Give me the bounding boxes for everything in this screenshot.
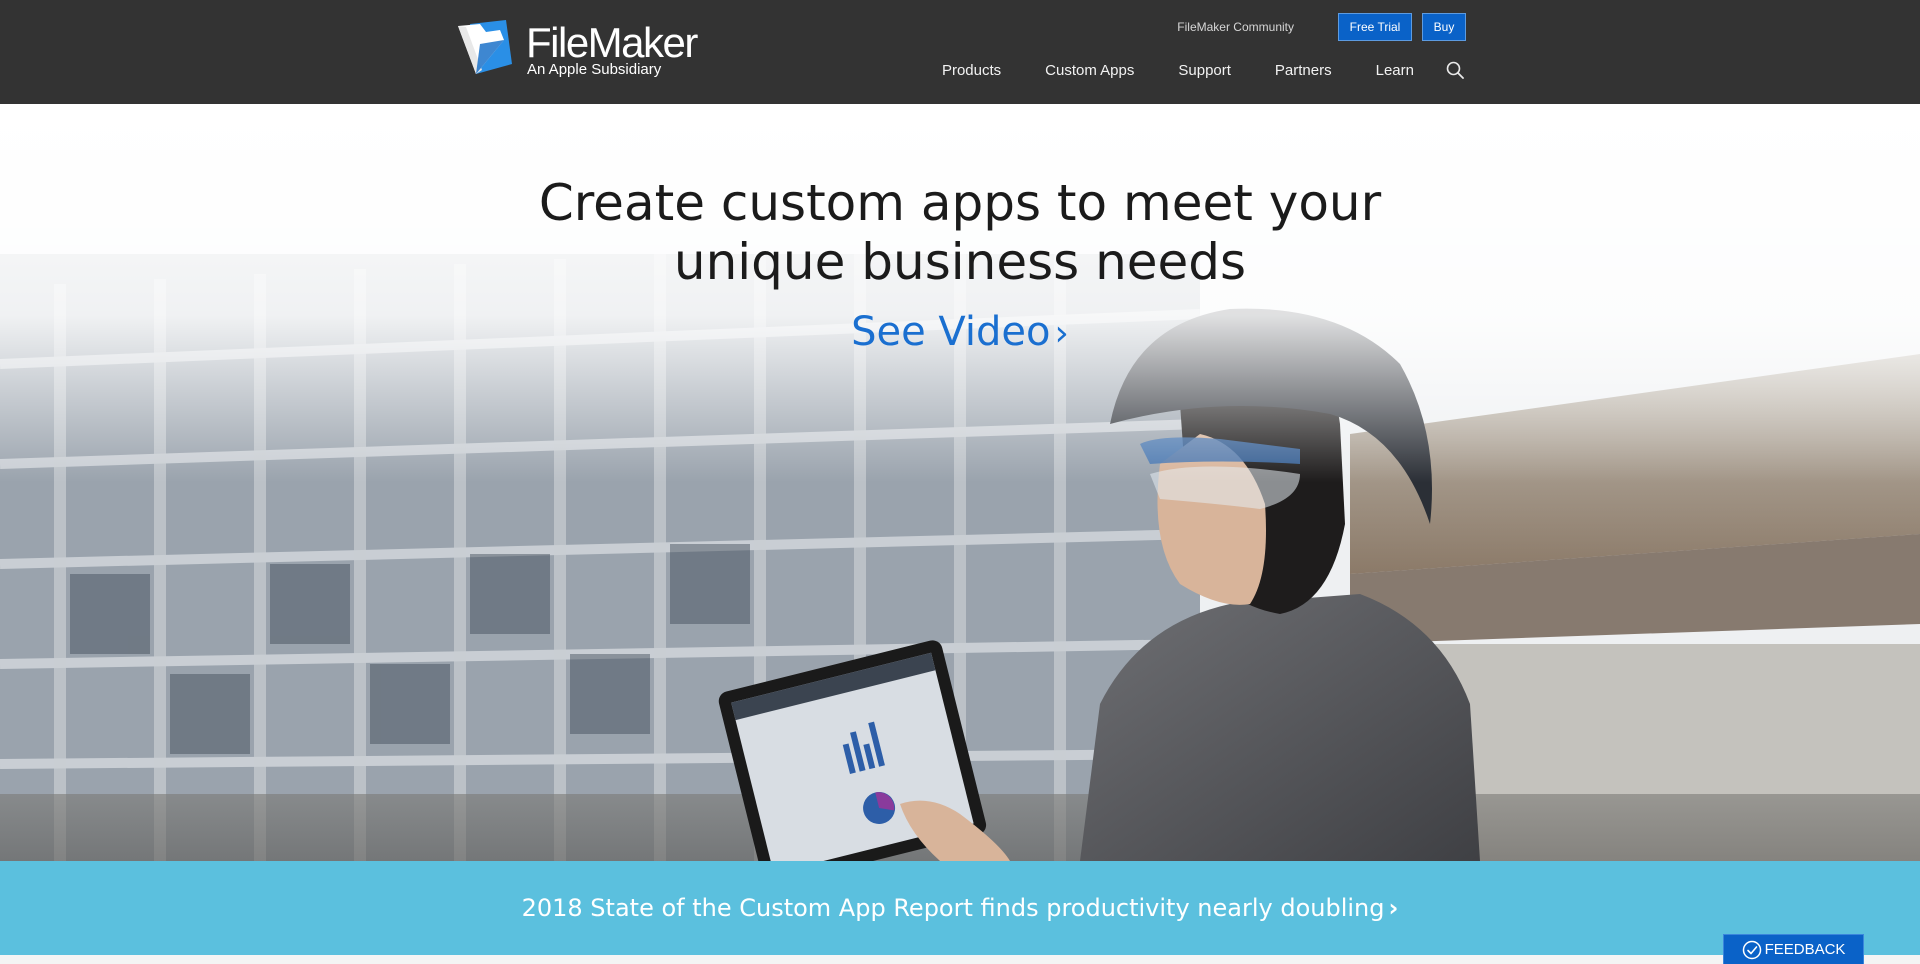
nav-item-custom-apps[interactable]: Custom Apps [1045, 62, 1134, 79]
community-link[interactable]: FileMaker Community [1177, 20, 1294, 34]
hero-title-line2: unique business needs [673, 233, 1247, 291]
chevron-right-icon: › [1054, 313, 1069, 354]
chevron-right-icon: › [1388, 894, 1399, 922]
report-banner-link[interactable]: 2018 State of the Custom App Report find… [522, 894, 1399, 922]
hero-title-line1: Create custom apps to meet your [538, 174, 1382, 232]
feedback-label: FEEDBACK [1764, 941, 1846, 958]
check-circle-icon [1742, 940, 1761, 959]
logo-wordmark: FileMaker [526, 19, 698, 66]
hero-title: Create custom apps to meet your unique b… [460, 174, 1460, 292]
see-video-link[interactable]: See Video › [760, 308, 1160, 358]
nav-item-products[interactable]: Products [942, 62, 1001, 79]
main-nav: Products Custom Apps Support Partners Le… [942, 58, 1466, 82]
logo-subtitle: An Apple Subsidiary [527, 61, 662, 78]
report-banner-text: 2018 State of the Custom App Report find… [521, 894, 1385, 922]
utility-links: FileMaker Community Free Trial Buy [1177, 13, 1466, 41]
search-icon [1446, 61, 1464, 79]
search-button[interactable] [1444, 59, 1466, 81]
page-bottom-strip [0, 955, 1920, 964]
site-header: FileMaker An Apple Subsidiary FileMaker … [0, 0, 1920, 104]
folder-logo-icon [458, 20, 512, 74]
filemaker-logo[interactable]: FileMaker An Apple Subsidiary [456, 20, 706, 84]
buy-button[interactable]: Buy [1422, 13, 1466, 41]
report-banner: 2018 State of the Custom App Report find… [0, 861, 1920, 955]
free-trial-button[interactable]: Free Trial [1338, 13, 1412, 41]
nav-item-support[interactable]: Support [1178, 62, 1231, 79]
feedback-button[interactable]: FEEDBACK [1723, 934, 1864, 964]
nav-item-learn[interactable]: Learn [1376, 62, 1414, 79]
see-video-label: See Video [851, 309, 1051, 355]
hero-section: Create custom apps to meet your unique b… [0, 104, 1920, 861]
nav-item-partners[interactable]: Partners [1275, 62, 1332, 79]
